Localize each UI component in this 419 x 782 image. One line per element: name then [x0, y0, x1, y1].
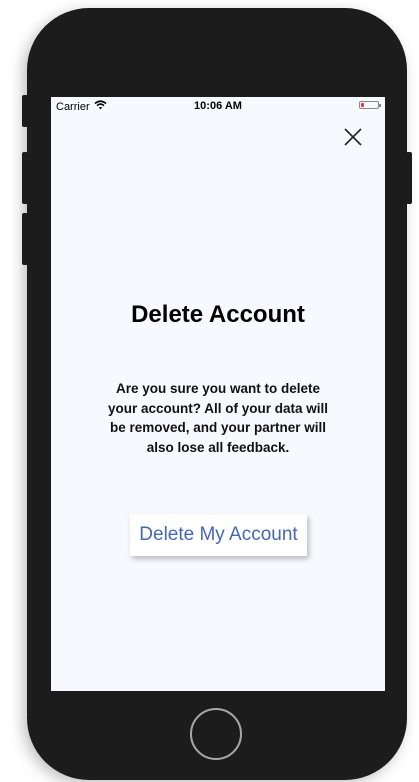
volume-up-button [22, 152, 28, 204]
delete-account-button[interactable]: Delete My Account [130, 514, 307, 556]
confirmation-message: Are you sure you want to delete your acc… [107, 381, 329, 455]
status-bar: Carrier 10:06 AM [51, 97, 385, 115]
home-button[interactable] [190, 708, 242, 760]
power-button [406, 152, 412, 204]
device-screen: Carrier 10:06 AM Delete Account Are you … [51, 97, 385, 691]
battery-icon [359, 101, 381, 109]
page-title: Delete Account [131, 301, 305, 328]
mute-switch [22, 95, 28, 127]
battery-level-fill [361, 103, 364, 107]
close-icon [344, 128, 362, 146]
close-button[interactable] [340, 124, 366, 150]
volume-down-button [22, 213, 28, 265]
status-time: 10:06 AM [194, 100, 242, 112]
